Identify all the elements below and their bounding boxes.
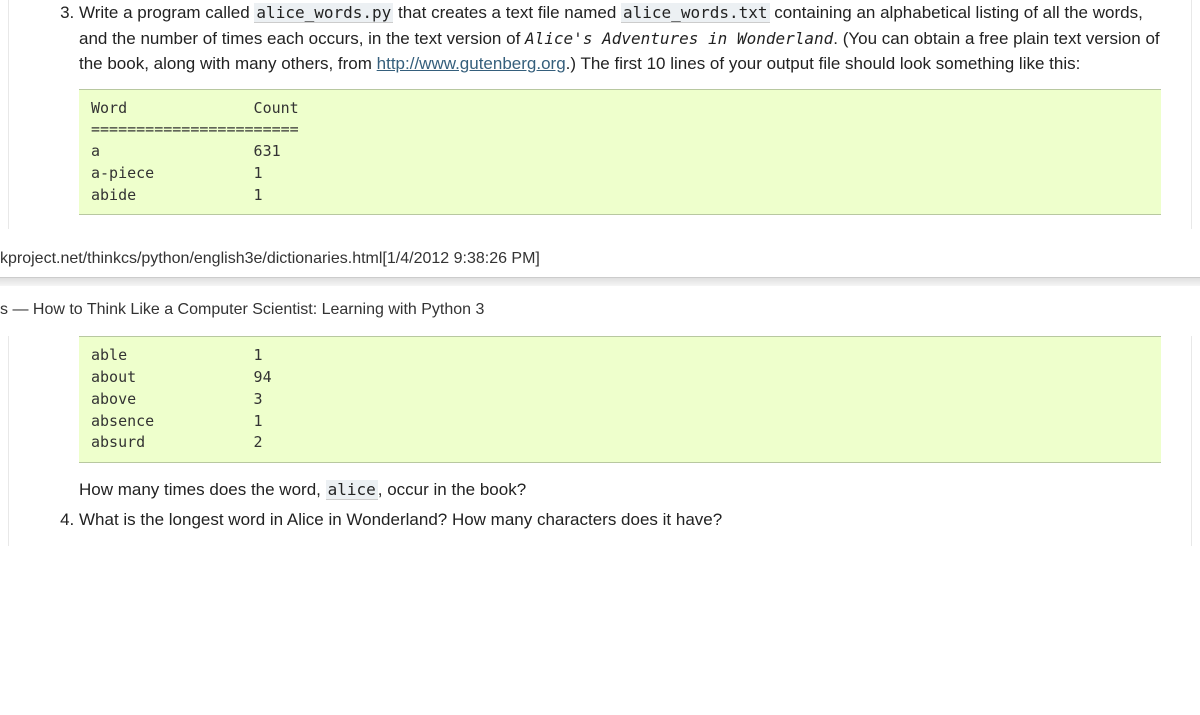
exercise-3-question: How many times does the word, alice, occ… <box>79 477 1161 503</box>
page-divider <box>0 277 1200 286</box>
text-segment: .) The first 10 lines of your output fil… <box>566 54 1081 73</box>
page-bottom-section: able 1 about 94 above 3 absence 1 absurd… <box>8 336 1192 546</box>
code-filename-txt: alice_words.txt <box>621 3 770 23</box>
book-title: Alice's Adventures in Wonderland <box>525 29 833 48</box>
text-segment: Write a program called <box>79 3 254 22</box>
page-top-section: Write a program called alice_words.py th… <box>8 0 1192 229</box>
code-filename-py: alice_words.py <box>254 3 393 23</box>
page-header-title: s — How to Think Like a Computer Scienti… <box>0 292 1200 336</box>
output-sample-block-1: Word Count ======================= a 631… <box>79 89 1161 216</box>
exercise-item-4: What is the longest word in Alice in Won… <box>79 507 1191 537</box>
text-segment: How many times does the word, <box>79 480 326 499</box>
text-segment: that creates a text file named <box>393 3 621 22</box>
output-sample-block-2: able 1 about 94 above 3 absence 1 absurd… <box>79 336 1161 463</box>
code-word-alice: alice <box>326 480 378 500</box>
exercise-item-3: Write a program called alice_words.py th… <box>79 0 1191 219</box>
text-segment: What is the longest word in Alice in Won… <box>79 510 722 529</box>
text-segment: , occur in the book? <box>378 480 526 499</box>
page-footer-url: kproject.net/thinkcs/python/english3e/di… <box>0 229 1200 277</box>
gutenberg-link[interactable]: http://www.gutenberg.org <box>377 54 566 73</box>
exercise-item-3-continued: able 1 about 94 above 3 absence 1 absurd… <box>79 336 1191 506</box>
